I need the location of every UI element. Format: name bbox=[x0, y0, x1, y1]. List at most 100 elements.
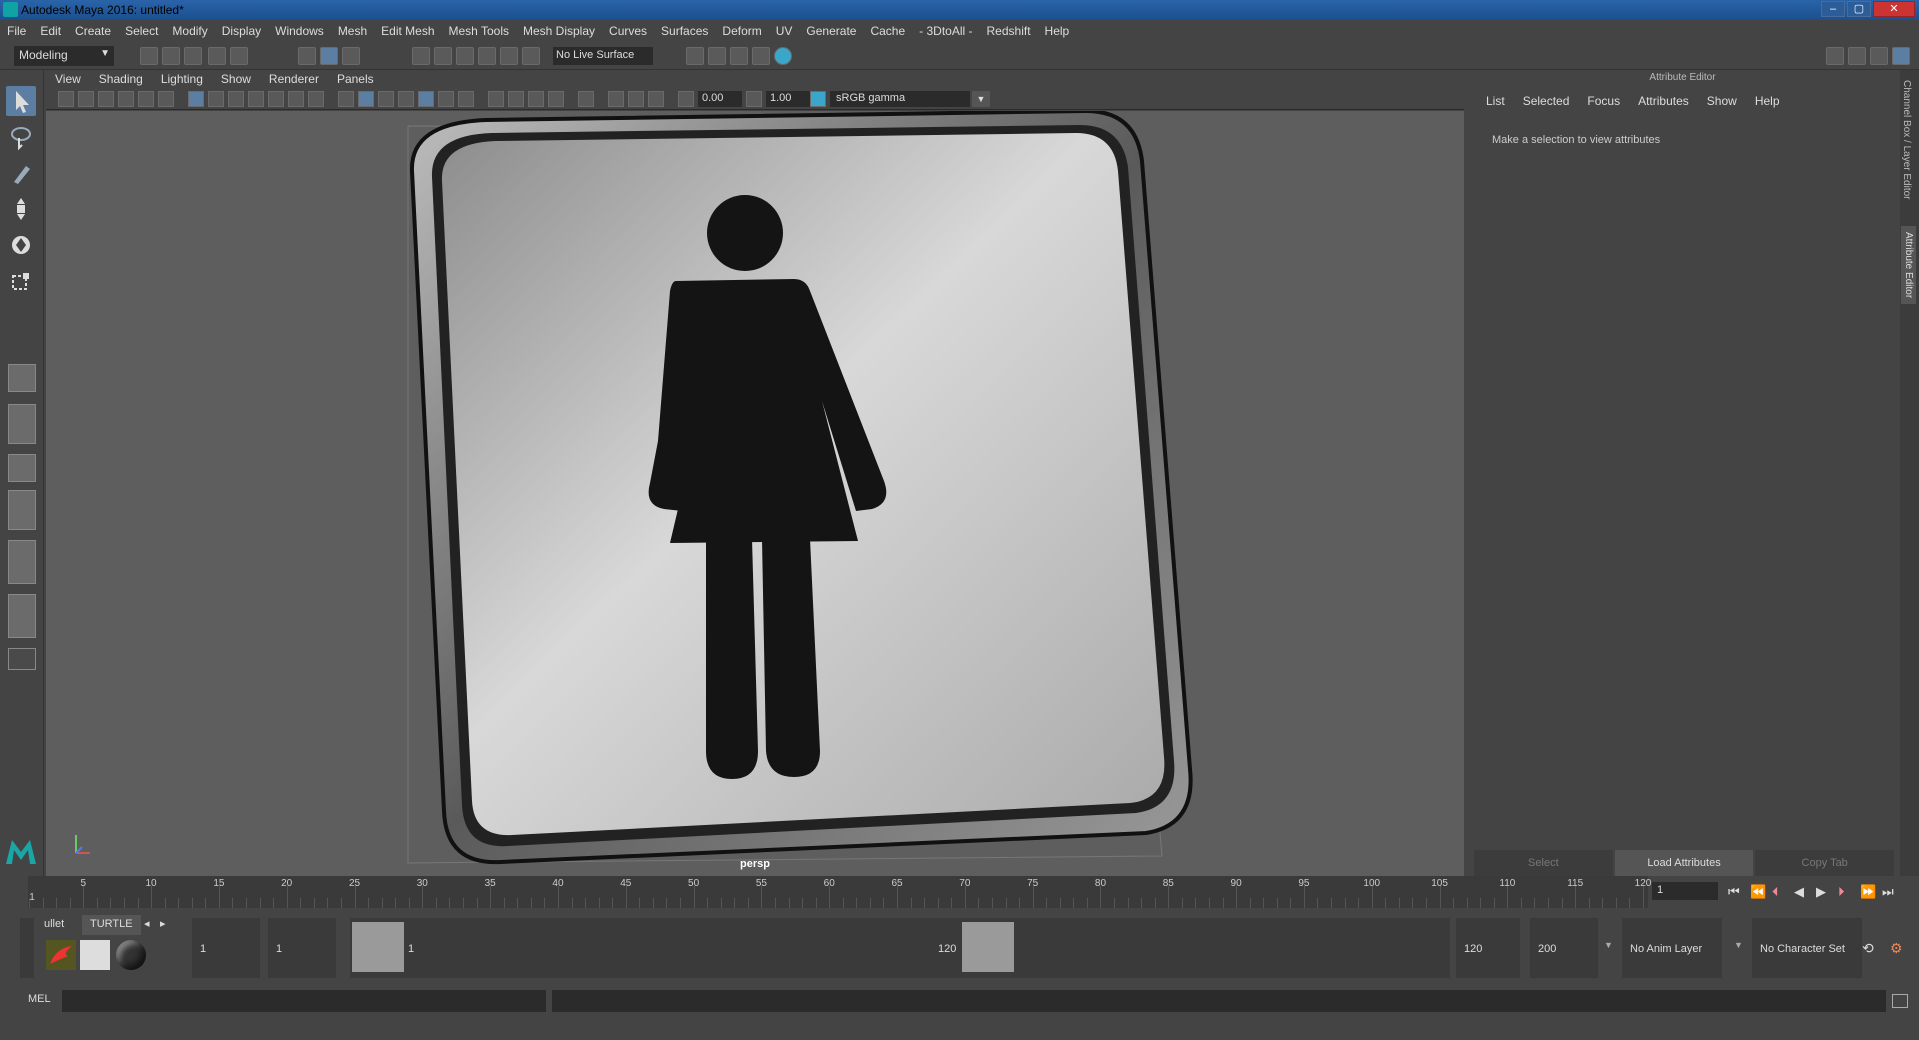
workspace-icon[interactable] bbox=[1826, 47, 1844, 65]
wireframe-on-shaded-icon[interactable] bbox=[398, 91, 414, 107]
menu-curves[interactable]: Curves bbox=[602, 24, 654, 38]
wireframe-icon[interactable] bbox=[338, 91, 354, 107]
xray-components-icon[interactable] bbox=[648, 91, 664, 107]
select-object-icon[interactable] bbox=[320, 47, 338, 65]
go-to-end-icon[interactable]: ⏭ bbox=[1882, 884, 1894, 900]
hypershade-layout-icon[interactable] bbox=[8, 540, 36, 584]
redo-icon[interactable] bbox=[230, 47, 248, 65]
perspective-viewport[interactable]: persp bbox=[46, 111, 1464, 876]
lasso-tool-icon[interactable] bbox=[6, 122, 36, 152]
playback-start-field[interactable]: 1 bbox=[268, 918, 336, 978]
menu-3dtoall[interactable]: - 3DtoAll - bbox=[912, 24, 979, 38]
menu-deform[interactable]: Deform bbox=[715, 24, 768, 38]
select-button[interactable]: Select bbox=[1474, 850, 1613, 876]
time-ruler[interactable]: 1 5 10 15 20 25 30 35 40 45 50 55 60 65 70 75 80 85 90 95 10… bbox=[28, 876, 1651, 908]
attr-menu-attributes[interactable]: Attributes bbox=[1630, 94, 1699, 108]
gate-mask-icon[interactable] bbox=[248, 91, 264, 107]
persp-graph-layout-icon[interactable] bbox=[8, 490, 36, 530]
field-chart-icon[interactable] bbox=[268, 91, 284, 107]
save-scene-icon[interactable] bbox=[184, 47, 202, 65]
shelf-tab-turtle[interactable]: TURTLE bbox=[82, 915, 141, 935]
character-set-dropdown[interactable]: No Character Set bbox=[1752, 918, 1862, 978]
menu-cache[interactable]: Cache bbox=[863, 24, 912, 38]
fire-effect-icon[interactable] bbox=[46, 940, 76, 970]
rotate-tool-icon[interactable] bbox=[6, 230, 36, 260]
bookmark-icon[interactable] bbox=[98, 91, 114, 107]
snap-view-plane-icon[interactable] bbox=[500, 47, 518, 65]
snap-curve-icon[interactable] bbox=[434, 47, 452, 65]
panel-menu-show[interactable]: Show bbox=[212, 72, 260, 86]
xray-joints-icon[interactable] bbox=[628, 91, 644, 107]
shelf-collapse-handle[interactable] bbox=[20, 918, 34, 978]
screen-space-ao-icon[interactable] bbox=[488, 91, 504, 107]
close-button[interactable]: ✕ bbox=[1873, 1, 1915, 17]
auto-key-icon[interactable]: ⟲ bbox=[1862, 940, 1874, 957]
menu-select[interactable]: Select bbox=[118, 24, 165, 38]
snap-projected-icon[interactable] bbox=[478, 47, 496, 65]
shelf-tab-next-icon[interactable]: ▸ bbox=[160, 917, 166, 930]
attr-menu-show[interactable]: Show bbox=[1699, 94, 1747, 108]
persp-outliner-layout-icon[interactable] bbox=[8, 454, 36, 482]
attribute-editor-tab[interactable]: Attribute Editor bbox=[1901, 226, 1916, 305]
menu-help[interactable]: Help bbox=[1038, 24, 1077, 38]
exposure-field[interactable]: 0.00 bbox=[698, 91, 742, 107]
step-forward-frame-icon[interactable]: ⏵ bbox=[1838, 884, 1845, 900]
gamma-icon[interactable] bbox=[746, 91, 762, 107]
script-editor-icon[interactable] bbox=[1892, 994, 1908, 1008]
depth-of-field-icon[interactable] bbox=[548, 91, 564, 107]
grid-icon[interactable] bbox=[188, 91, 204, 107]
single-perspective-layout-icon[interactable] bbox=[8, 364, 36, 392]
grease-pencil-icon[interactable] bbox=[158, 91, 174, 107]
menu-generate[interactable]: Generate bbox=[799, 24, 863, 38]
select-hierarchy-icon[interactable] bbox=[298, 47, 316, 65]
attr-menu-list[interactable]: List bbox=[1478, 94, 1515, 108]
menu-mesh[interactable]: Mesh bbox=[331, 24, 374, 38]
animation-preferences-icon[interactable]: ⚙ bbox=[1890, 940, 1903, 957]
gamma-field[interactable]: 1.00 bbox=[766, 91, 810, 107]
menu-edit-mesh[interactable]: Edit Mesh bbox=[374, 24, 441, 38]
2d-pan-zoom-icon[interactable] bbox=[138, 91, 154, 107]
menu-redshift[interactable]: Redshift bbox=[980, 24, 1038, 38]
shelf-tab-prev-icon[interactable]: ◂ bbox=[144, 917, 150, 930]
custom-layout-icon[interactable] bbox=[8, 648, 36, 670]
image-plane-icon[interactable] bbox=[118, 91, 134, 107]
attr-menu-focus[interactable]: Focus bbox=[1579, 94, 1630, 108]
menu-windows[interactable]: Windows bbox=[268, 24, 331, 38]
animation-start-field[interactable]: 1 bbox=[192, 918, 260, 978]
step-back-key-icon[interactable]: ⏪ bbox=[1750, 884, 1766, 900]
menu-modify[interactable]: Modify bbox=[165, 24, 214, 38]
panel-menu-panels[interactable]: Panels bbox=[328, 72, 383, 86]
panel-menu-renderer[interactable]: Renderer bbox=[260, 72, 328, 86]
menu-edit[interactable]: Edit bbox=[33, 24, 68, 38]
select-component-icon[interactable] bbox=[342, 47, 360, 65]
film-gate-icon[interactable] bbox=[208, 91, 224, 107]
material-sphere-icon[interactable] bbox=[116, 940, 146, 970]
motion-blur-icon[interactable] bbox=[508, 91, 524, 107]
isolate-select-icon[interactable] bbox=[578, 91, 594, 107]
scale-tool-icon[interactable] bbox=[6, 266, 36, 296]
select-tool-icon[interactable] bbox=[6, 86, 36, 116]
resolution-gate-icon[interactable] bbox=[228, 91, 244, 107]
turtle-render-icon[interactable] bbox=[80, 940, 110, 970]
undo-icon[interactable] bbox=[208, 47, 226, 65]
move-tool-icon[interactable] bbox=[6, 194, 36, 224]
make-live-icon[interactable] bbox=[522, 47, 540, 65]
play-backwards-icon[interactable]: ◀ bbox=[1794, 884, 1804, 900]
multisample-aa-icon[interactable] bbox=[528, 91, 544, 107]
camera-select-icon[interactable] bbox=[58, 91, 74, 107]
panel-menu-view[interactable]: View bbox=[46, 72, 90, 86]
textured-icon[interactable] bbox=[418, 91, 434, 107]
hypershade-icon[interactable] bbox=[774, 47, 792, 65]
current-frame-field[interactable]: 1 bbox=[1652, 882, 1718, 900]
go-to-start-icon[interactable]: ⏮ bbox=[1728, 884, 1740, 900]
exposure-icon[interactable] bbox=[678, 91, 694, 107]
menu-mesh-display[interactable]: Mesh Display bbox=[516, 24, 602, 38]
range-start-handle[interactable] bbox=[352, 922, 404, 972]
step-forward-key-icon[interactable]: ⏩ bbox=[1860, 884, 1876, 900]
shelf-tab-bullet[interactable]: ullet bbox=[36, 915, 73, 935]
anim-layer-dropdown[interactable]: No Anim Layer bbox=[1622, 918, 1722, 978]
minimize-button[interactable]: – bbox=[1821, 1, 1845, 17]
safe-title-icon[interactable] bbox=[308, 91, 324, 107]
camera-attributes-icon[interactable] bbox=[78, 91, 94, 107]
animation-end-field[interactable]: 200 bbox=[1530, 918, 1598, 978]
